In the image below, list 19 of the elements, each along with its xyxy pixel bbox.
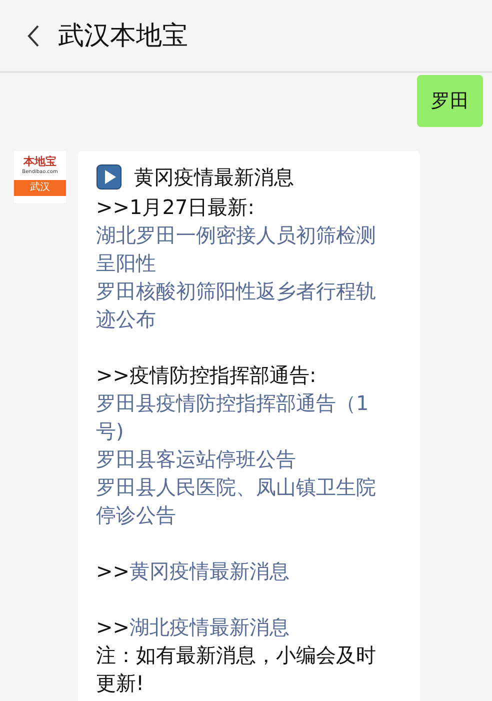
sent-message: 罗田	[417, 75, 483, 127]
article-link[interactable]: 罗田核酸初筛阳性返乡者行程轨迹公布	[96, 277, 392, 333]
back-icon[interactable]	[26, 24, 40, 48]
article-link[interactable]: 湖北疫情最新消息	[130, 615, 290, 639]
article-link[interactable]: 罗田县疫情防控指挥部通告（1号)	[96, 389, 392, 445]
article-link[interactable]: 湖北罗田一例密接人员初筛检测呈阳性	[96, 221, 392, 277]
message-text: >>1月27日最新:	[96, 194, 256, 221]
article-link[interactable]: 罗田县人民医院、凤山镇卫生院停诊公告	[96, 473, 392, 529]
logo-city: 武汉	[14, 180, 66, 196]
logo-brand: 本地宝	[24, 155, 56, 168]
prefix-text: >>	[96, 559, 130, 583]
window-title: 武汉本地宝	[58, 20, 188, 53]
message-text: 注：如有最新消息，小编会及时更新!	[96, 642, 377, 697]
message-text: >>疫情防控指挥部通告:	[96, 362, 318, 389]
play-icon	[96, 164, 122, 190]
message-heading: 黄冈疫情最新消息	[134, 164, 294, 191]
article-link[interactable]: 黄冈疫情最新消息	[130, 559, 290, 583]
prefix-text: >>	[96, 615, 130, 639]
article-link[interactable]: 罗田县客运站停班公告	[96, 445, 392, 473]
